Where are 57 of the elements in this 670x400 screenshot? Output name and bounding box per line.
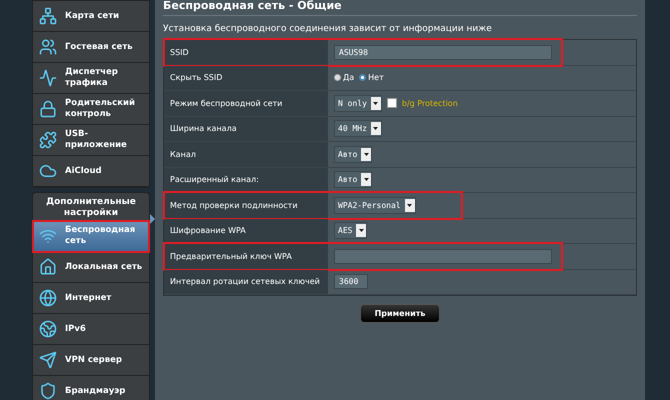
chart-icon (39, 69, 57, 87)
wifi-icon (39, 227, 57, 245)
checkbox-label: b/g Protection (402, 98, 458, 108)
caret-icon (373, 127, 378, 130)
globe-icon (39, 289, 57, 307)
network-icon (39, 7, 57, 25)
apply-button[interactable]: Применить (360, 304, 440, 323)
users-icon (39, 38, 57, 56)
setting-label: Скрыть SSID (164, 66, 328, 90)
setting-label: Метод проверки подлинности (164, 193, 328, 218)
sidebar-item[interactable]: VPN сервер (33, 345, 149, 376)
setting-label: Шифрование WPA (164, 218, 328, 243)
setting-label: Ширина канала (164, 116, 328, 141)
page-description: Установка беспроводного соединения зависит от информации ниже (163, 23, 493, 36)
sidebar-item[interactable]: Интернет (33, 283, 149, 314)
dropdown[interactable]: AES (334, 222, 368, 240)
setting-label: Интервал ротации сетевых ключей (164, 270, 328, 294)
sidebar-item[interactable]: Родительский контроль (33, 94, 149, 125)
dropdown[interactable]: N only (334, 94, 382, 112)
text-field[interactable]: ASUS98 (334, 44, 552, 60)
section-title: Дополнительные настройки (45, 196, 137, 220)
setting-label: Канал (164, 142, 328, 166)
setting-label: Расширенный канал: (164, 168, 328, 192)
sidebar-item[interactable]: Карта сети (33, 1, 149, 32)
puzzle-icon (39, 131, 57, 149)
caret-icon (358, 229, 364, 232)
setting-label: SSID (164, 40, 328, 64)
house-icon (39, 258, 57, 276)
sidebar-item[interactable]: Диспетчер трафика (33, 63, 149, 94)
setting-label: Режим беспроводной сети (164, 91, 328, 116)
cloud-icon (39, 162, 57, 180)
sidebar-item[interactable]: USB-приложение (33, 125, 149, 156)
shield-icon (39, 382, 57, 400)
dropdown[interactable]: 40 MHz (334, 120, 382, 138)
caret-icon (407, 204, 412, 207)
caret-icon (373, 102, 378, 105)
radio-option[interactable]: Да (334, 73, 354, 82)
sidebar-item[interactable]: IPv6 (33, 314, 149, 345)
caret-icon (364, 152, 369, 156)
sidebar-item[interactable]: Гостевая сеть (33, 32, 149, 63)
text-field[interactable] (334, 248, 552, 264)
checkbox[interactable] (386, 98, 397, 108)
dropdown[interactable]: Авто (334, 146, 372, 163)
sidebar-item[interactable]: AiCloud (33, 156, 149, 187)
sidebar-item[interactable]: Локальная сеть (33, 252, 149, 283)
radio-option[interactable]: Нет (359, 73, 384, 82)
sidebar-item[interactable]: Беспроводная сеть (33, 221, 149, 252)
globe-icon (39, 320, 57, 338)
dropdown[interactable]: Авто (334, 171, 372, 188)
text-field[interactable]: 3600 (334, 274, 368, 290)
sidebar-item[interactable]: Брандмауэр (33, 376, 149, 400)
page-title: Беспроводная сеть - Общие (163, 0, 637, 16)
caret-icon (364, 178, 369, 182)
lock-icon (39, 100, 57, 118)
paper-plane-icon (39, 351, 57, 369)
setting-label: Предварительный ключ WPA (164, 244, 328, 268)
dropdown[interactable]: WPA2-Personal (334, 196, 416, 214)
